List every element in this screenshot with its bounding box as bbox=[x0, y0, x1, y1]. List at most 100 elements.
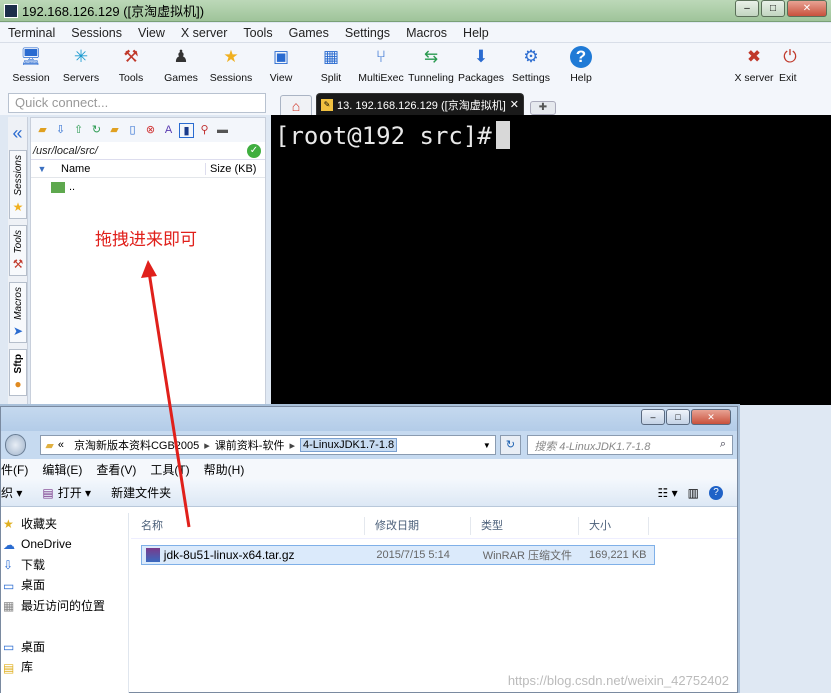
column-name[interactable]: 名称 bbox=[131, 516, 365, 535]
toolbar-help-button[interactable]: ? Help bbox=[556, 43, 606, 84]
permissions-icon[interactable]: ⚲ bbox=[197, 123, 212, 138]
menu-xserver[interactable]: X server bbox=[173, 26, 236, 40]
nav-label: 下载 bbox=[21, 557, 46, 572]
menu-help[interactable]: 帮助(H) bbox=[204, 461, 245, 478]
organize-button[interactable]: 织 ▾ bbox=[1, 484, 22, 501]
nav-item-favorites[interactable]: ★ 收藏夹 bbox=[1, 513, 128, 534]
open-button[interactable]: 打开 ▾ bbox=[58, 484, 91, 501]
side-tab-label: Macros bbox=[12, 287, 24, 320]
menu-sessions[interactable]: Sessions bbox=[63, 26, 130, 40]
column-size[interactable]: 大小 bbox=[579, 516, 649, 535]
menu-help[interactable]: Help bbox=[455, 26, 497, 40]
tools-icon: ⚒ bbox=[123, 47, 139, 66]
column-type[interactable]: 类型 bbox=[471, 516, 579, 535]
column-name[interactable]: Name bbox=[53, 163, 205, 175]
rename-icon[interactable]: A bbox=[161, 123, 176, 138]
download-icon[interactable]: ⇩ bbox=[53, 123, 68, 138]
menu-tools[interactable]: 工具(T) bbox=[150, 461, 189, 478]
side-tab-sftp[interactable]: Sftp ● bbox=[9, 348, 27, 397]
menu-games[interactable]: Games bbox=[281, 26, 337, 40]
maximize-button[interactable]: □ bbox=[761, 0, 785, 17]
nav-item-desktop-root[interactable]: ▭ 桌面 bbox=[1, 636, 128, 657]
nav-item-onedrive[interactable]: ☁ OneDrive bbox=[1, 534, 128, 555]
list-item-name: .. bbox=[69, 181, 76, 193]
check-icon[interactable]: ✓ bbox=[247, 143, 261, 158]
packages-icon: ⬇ bbox=[473, 47, 489, 66]
open-folder-icon[interactable]: ▰ bbox=[35, 123, 50, 138]
toolbar-tools-button[interactable]: ⚒ Tools bbox=[106, 43, 156, 84]
menu-edit[interactable]: 编辑(E) bbox=[42, 461, 82, 478]
home-tab[interactable]: ⌂ bbox=[280, 95, 312, 115]
delete-icon[interactable]: ⊗ bbox=[143, 123, 158, 138]
search-input[interactable]: 搜索 4-LinuxJDK1.7-1.8 ⌕ bbox=[527, 435, 733, 455]
view-controls: ☷ ▾ ▥ ? bbox=[658, 485, 737, 500]
tab-close-icon[interactable]: ✕ bbox=[510, 98, 519, 111]
breadcrumb-current[interactable]: 4-LinuxJDK1.7-1.8 bbox=[300, 438, 398, 452]
explorer-maximize-button[interactable]: □ bbox=[666, 409, 690, 425]
refresh-icon[interactable]: ↻ bbox=[89, 123, 104, 138]
tab-session-13[interactable]: ✎ 13. 192.168.126.129 ([京淘虚拟机] ✕ bbox=[316, 93, 524, 115]
column-size[interactable]: Size (KB) bbox=[205, 162, 265, 175]
nav-item-recent[interactable]: ▦ 最近访问的位置 bbox=[1, 595, 128, 616]
toolbar-settings-button[interactable]: ⚙ Settings bbox=[506, 43, 556, 84]
minimize-button[interactable]: – bbox=[735, 0, 759, 17]
preview-pane-icon[interactable]: ▥ bbox=[688, 486, 699, 500]
breadcrumb-item[interactable]: 京淘新版本资料CGB2005 bbox=[74, 437, 199, 453]
view-options-icon[interactable]: ☷ ▾ bbox=[658, 486, 678, 500]
upload-icon[interactable]: ⇧ bbox=[71, 123, 86, 138]
list-item[interactable]: .. bbox=[31, 178, 265, 196]
side-tab-sessions[interactable]: Sessions ★ bbox=[9, 150, 27, 219]
menu-settings[interactable]: Settings bbox=[337, 26, 398, 40]
menu-tools[interactable]: Tools bbox=[235, 26, 280, 40]
toolbar-tunneling-button[interactable]: ⇆ Tunneling bbox=[406, 43, 456, 84]
side-tab-label: Sessions bbox=[12, 155, 24, 196]
back-button[interactable] bbox=[5, 434, 27, 456]
help-icon[interactable]: ? bbox=[709, 485, 723, 500]
nav-item-downloads[interactable]: ⇩ 下载 bbox=[1, 554, 128, 575]
menu-terminal[interactable]: Terminal bbox=[0, 26, 63, 40]
toolbar-multiexec-button[interactable]: ⑂ MultiExec bbox=[356, 43, 406, 84]
toolbar-packages-button[interactable]: ⬇ Packages bbox=[456, 43, 506, 84]
nav-label: 收藏夹 bbox=[21, 516, 58, 531]
toolbar-games-button[interactable]: ♟ Games bbox=[156, 43, 206, 84]
menu-view[interactable]: View bbox=[130, 26, 173, 40]
toolbar-sessions-button[interactable]: ★ Sessions bbox=[206, 43, 256, 84]
toolbar-session-button[interactable]: 🖥 Session bbox=[6, 43, 56, 84]
explorer-close-button[interactable]: ✕ bbox=[691, 409, 731, 425]
explorer-minimize-button[interactable]: – bbox=[641, 409, 665, 425]
menu-file[interactable]: 件(F) bbox=[1, 461, 28, 478]
parent-folder-icon bbox=[51, 181, 65, 193]
breadcrumb[interactable]: ▰ « 京淘新版本资料CGB2005 ▸ 课前资料-软件 ▸ 4-LinuxJD… bbox=[40, 435, 496, 455]
nav-item-libraries[interactable]: ▤ 库 bbox=[1, 657, 128, 678]
hidden-files-icon[interactable]: ▬ bbox=[215, 123, 230, 138]
toolbar-xserver-button[interactable]: ✖ X server bbox=[729, 43, 779, 84]
toolbar-split-button[interactable]: ▦ Split bbox=[306, 43, 356, 84]
toolbar-view-button[interactable]: ▣ View bbox=[256, 43, 306, 84]
recent-places-icon: ▦ bbox=[3, 599, 15, 614]
collapse-chevron-icon[interactable]: « bbox=[8, 123, 27, 144]
breadcrumb-item[interactable]: 课前资料-软件 bbox=[215, 437, 285, 453]
side-tab-macros[interactable]: Macros ➤ bbox=[9, 282, 27, 343]
new-folder-icon[interactable]: ▰ bbox=[107, 123, 122, 138]
menu-macros[interactable]: Macros bbox=[398, 26, 455, 40]
quick-connect-input[interactable]: Quick connect... bbox=[8, 93, 266, 113]
terminal-area[interactable]: [root@192 src]# bbox=[271, 115, 831, 405]
new-file-icon[interactable]: ▯ bbox=[125, 123, 140, 138]
toolbar-exit-button[interactable]: ⏻ Exit bbox=[779, 43, 809, 84]
close-button[interactable]: ✕ bbox=[787, 0, 827, 17]
menu-view[interactable]: 查看(V) bbox=[96, 461, 136, 478]
sftp-path-input[interactable]: /usr/local/src/ bbox=[33, 145, 247, 157]
refresh-button[interactable]: ↻ bbox=[499, 435, 522, 455]
servers-icon: ✳ bbox=[73, 47, 89, 66]
file-row-jdk[interactable]: jdk-8u51-linux-x64.tar.gz 2015/7/15 5:14… bbox=[141, 545, 655, 565]
chevron-down-icon[interactable]: ▼ bbox=[483, 441, 491, 450]
follow-terminal-icon[interactable]: ▮ bbox=[179, 122, 194, 138]
column-modified[interactable]: 修改日期 bbox=[365, 516, 471, 535]
new-tab-button[interactable]: ✚ bbox=[530, 101, 556, 115]
new-folder-button[interactable]: 新建文件夹 bbox=[111, 484, 171, 501]
toolbar-servers-button[interactable]: ✳ Servers bbox=[56, 43, 106, 84]
sort-chevron-icon: ▼ bbox=[37, 163, 47, 174]
view-icon: ▣ bbox=[272, 47, 290, 66]
nav-item-desktop[interactable]: ▭ 桌面 bbox=[1, 575, 128, 596]
side-tab-tools[interactable]: Tools ⚒ bbox=[9, 224, 27, 277]
